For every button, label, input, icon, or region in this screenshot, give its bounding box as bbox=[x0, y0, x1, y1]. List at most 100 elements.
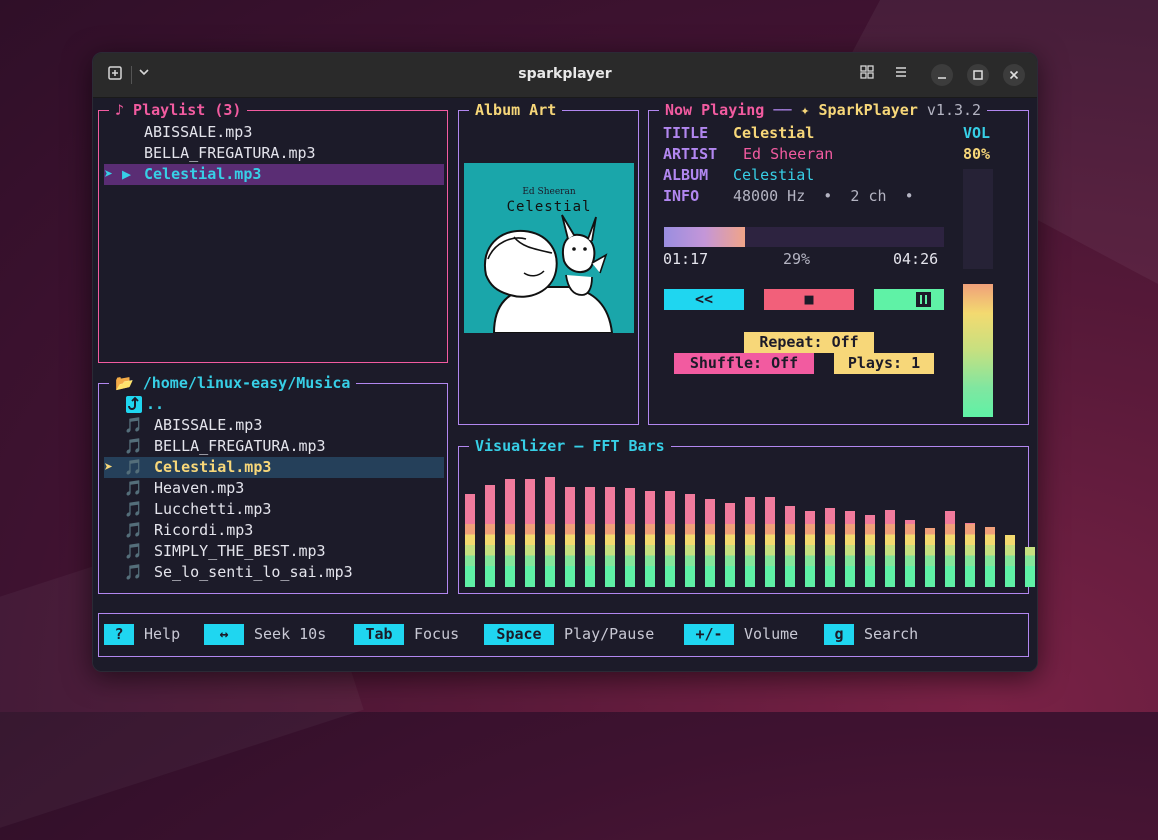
file-item-selected: Celestial.mp3 bbox=[154, 458, 272, 476]
playlist-item[interactable]: BELLA_FREGATURA.mp3 bbox=[144, 143, 316, 164]
playlist-item[interactable]: ABISSALE.mp3 bbox=[144, 122, 252, 143]
tab-key[interactable]: Tab bbox=[354, 624, 404, 645]
fft-bar bbox=[985, 527, 995, 587]
fft-bar bbox=[565, 487, 575, 587]
help-key[interactable]: ? bbox=[104, 624, 134, 645]
volume-key[interactable]: +/- bbox=[684, 624, 734, 645]
fft-bar bbox=[725, 503, 735, 587]
album-value: Celestial bbox=[733, 166, 815, 184]
search-key[interactable]: g bbox=[824, 624, 854, 645]
titlebar: sparkplayer bbox=[93, 53, 1037, 98]
file-item-cursor-row[interactable]: ➤ 🎵 Celestial.mp3 bbox=[104, 457, 444, 478]
info-label: INFO bbox=[663, 187, 700, 205]
playlist-legend: ♪ Playlist (3) bbox=[109, 101, 248, 119]
music-note-icon: 🎵 bbox=[124, 458, 143, 476]
space-key[interactable]: Space bbox=[484, 624, 554, 645]
playlist-selected-row[interactable]: ➤ ▶ Celestial.mp3 bbox=[104, 164, 444, 185]
selected-marker: ➤ ▶ bbox=[104, 165, 132, 183]
plays-counter: Plays: 1 bbox=[834, 353, 934, 374]
album-art-legend: Album Art bbox=[469, 101, 563, 119]
fft-bar bbox=[905, 520, 915, 587]
fft-bar bbox=[545, 477, 555, 587]
fft-bar bbox=[465, 494, 475, 587]
now-playing-panel: Now Playing ── ✦ SparkPlayer v1.3.2 TITL… bbox=[648, 101, 1029, 425]
hamburger-menu-icon[interactable] bbox=[891, 65, 911, 85]
help-key-label: Help bbox=[144, 625, 181, 643]
visualizer-legend: Visualizer — FFT Bars bbox=[469, 437, 671, 455]
fft-bar bbox=[1005, 535, 1015, 587]
album-label: ALBUM bbox=[663, 166, 709, 184]
tab-key-label: Focus bbox=[414, 625, 460, 643]
now-playing-legend: Now Playing ── ✦ SparkPlayer v1.3.2 bbox=[659, 101, 988, 119]
fft-bar bbox=[965, 523, 975, 587]
fft-bar bbox=[785, 506, 795, 587]
fft-bar bbox=[885, 510, 895, 587]
volume-key-label: Volume bbox=[744, 625, 799, 643]
playlist-panel[interactable]: ♪ Playlist (3) ABISSALE.mp3 BELLA_FREGAT… bbox=[98, 101, 448, 363]
grid-view-icon[interactable] bbox=[857, 65, 877, 85]
space-key-label: Play/Pause bbox=[564, 625, 655, 643]
artist-value: Ed Sheeran bbox=[743, 145, 834, 163]
file-item[interactable]: Ricordi.mp3 bbox=[154, 520, 253, 541]
fft-bar bbox=[845, 511, 855, 587]
progress-track[interactable] bbox=[664, 227, 944, 247]
fft-bar bbox=[745, 497, 755, 587]
fft-bar bbox=[865, 515, 875, 587]
volume-fill bbox=[963, 284, 993, 417]
file-item[interactable]: Heaven.mp3 bbox=[154, 478, 244, 499]
music-note-icon: 🎵 bbox=[124, 416, 143, 434]
title-value: Celestial bbox=[733, 124, 815, 142]
prev-button[interactable]: << bbox=[664, 289, 744, 310]
file-browser-panel[interactable]: 📂 /home/linux-easy/Musica .. 🎵 ABISSALE.… bbox=[98, 374, 448, 594]
help-bar: ? Help ↔ Seek 10s Tab Focus Space Play/P… bbox=[98, 613, 1029, 657]
repeat-toggle[interactable]: Repeat: Off bbox=[744, 332, 874, 353]
close-icon[interactable] bbox=[1003, 64, 1025, 86]
music-note-icon: 🎵 bbox=[124, 437, 143, 455]
search-key-label: Search bbox=[864, 625, 919, 643]
cover-illustration bbox=[483, 214, 614, 333]
app-window: sparkplayer ♪ Playlist (3) ABISSALE.mp3 … bbox=[92, 52, 1038, 672]
file-item[interactable]: Lucchetti.mp3 bbox=[154, 499, 271, 520]
return-arrow-icon bbox=[126, 396, 142, 413]
spark-brand: ✦ SparkPlayer bbox=[800, 101, 918, 119]
music-note-icon: 🎵 bbox=[124, 500, 143, 518]
progress-percent: 29% bbox=[783, 250, 811, 268]
fft-bar bbox=[505, 479, 515, 587]
cursor-arrow-icon: ➤ bbox=[104, 458, 114, 476]
volume-meter[interactable] bbox=[963, 283, 993, 417]
music-note-icon: 🎵 bbox=[124, 521, 143, 539]
seek-key[interactable]: ↔ bbox=[204, 624, 244, 645]
fft-bars bbox=[464, 459, 1035, 587]
file-item[interactable]: SIMPLY_THE_BEST.mp3 bbox=[154, 541, 326, 562]
music-note-icon: 🎵 bbox=[124, 542, 143, 560]
browser-legend: 📂 /home/linux-easy/Musica bbox=[109, 374, 357, 392]
pause-button[interactable] bbox=[874, 289, 944, 310]
fft-bar bbox=[825, 508, 835, 587]
stop-button[interactable]: ■ bbox=[764, 289, 854, 310]
fft-bar bbox=[605, 487, 615, 587]
fft-bar bbox=[765, 497, 775, 587]
file-item[interactable]: ABISSALE.mp3 bbox=[154, 415, 262, 436]
maximize-icon[interactable] bbox=[967, 64, 989, 86]
progress-fill bbox=[664, 227, 746, 247]
parent-dir[interactable]: .. bbox=[146, 394, 164, 415]
duration-time: 04:26 bbox=[893, 250, 939, 268]
minimize-icon[interactable] bbox=[931, 64, 953, 86]
file-item[interactable]: BELLA_FREGATURA.mp3 bbox=[154, 436, 326, 457]
volume-track-top bbox=[963, 169, 993, 269]
fft-bar bbox=[525, 479, 535, 587]
fft-bar bbox=[925, 528, 935, 587]
fft-bar bbox=[625, 488, 635, 587]
info-value: 48000 Hz • 2 ch • bbox=[733, 187, 914, 205]
fft-bar bbox=[685, 494, 695, 587]
playlist-item-selected: Celestial.mp3 bbox=[144, 165, 262, 183]
volume-label: VOL bbox=[963, 124, 991, 142]
fft-bar bbox=[665, 491, 675, 587]
music-note-icon: 🎵 bbox=[124, 479, 143, 497]
file-item[interactable]: Se_lo_senti_lo_sai.mp3 bbox=[154, 562, 353, 583]
shuffle-toggle[interactable]: Shuffle: Off bbox=[674, 353, 814, 374]
album-cover: Ed Sheeran Celestial bbox=[464, 163, 634, 333]
fft-bar bbox=[945, 511, 955, 587]
fft-bar bbox=[805, 511, 815, 587]
artist-label: ARTIST bbox=[663, 145, 718, 163]
